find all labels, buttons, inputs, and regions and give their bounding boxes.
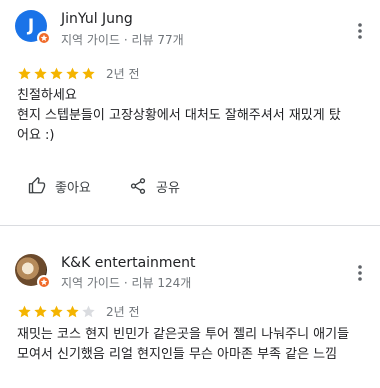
thumb-up-icon (28, 177, 46, 194)
review-text-line: 친절하세요 (17, 88, 77, 103)
review-card: J JinYul Jung 지역 가이드 · 리뷰 77개 2년 전 친절하세요… (0, 0, 380, 226)
star-icon (50, 67, 63, 80)
star-icon (18, 305, 31, 318)
star-icon (34, 305, 47, 318)
guide-badge-icon (37, 275, 51, 289)
share-button[interactable]: 공유 (129, 172, 180, 200)
reviewer-name[interactable]: K&K entertainment (61, 255, 196, 271)
more-vert-icon (358, 23, 362, 39)
share-label: 공유 (156, 180, 180, 196)
review-date: 2년 전 (106, 67, 140, 81)
review-text-line: 현지 스텝분들이 고장상황에서 대처도 잘해주셔서 재밌게 탔 (17, 108, 341, 123)
star-icon (66, 67, 79, 80)
reviewer-avatar[interactable]: J (15, 10, 51, 45)
review-actions: 좋아요 공유 (0, 172, 380, 200)
rating-row: 2년 전 (17, 65, 140, 82)
star-icon (82, 305, 95, 318)
star-rating (17, 66, 96, 81)
more-options-button[interactable] (350, 261, 370, 285)
review-card: K&K entertainment 지역 가이드 · 리뷰 124개 2년 전 … (0, 245, 380, 388)
star-icon (50, 305, 63, 318)
like-label: 좋아요 (55, 180, 91, 196)
star-icon (66, 305, 79, 318)
star-rating (17, 304, 96, 319)
review-divider (0, 225, 380, 226)
star-icon (34, 67, 47, 80)
like-button[interactable]: 좋아요 (28, 172, 91, 200)
review-text: 재밋는 코스 현지 빈민가 같은곳을 투어 젤리 나눠주니 애기들 모여서 신기… (17, 325, 372, 365)
more-options-button[interactable] (350, 19, 370, 43)
star-icon (18, 67, 31, 80)
share-icon (130, 178, 146, 194)
reviewer-avatar[interactable] (15, 254, 51, 289)
review-text-line: 모여서 신기했음 리얼 현지인들 무슨 아마존 부족 같은 느낌 (17, 347, 338, 362)
star-icon (82, 67, 95, 80)
reviewer-meta: 지역 가이드 · 리뷰 77개 (61, 33, 184, 47)
review-text-line: 어요 :) (17, 128, 55, 143)
review-text: 친절하세요 현지 스텝분들이 고장상황에서 대처도 잘해주셔서 재밌게 탔 어요… (17, 86, 372, 146)
review-date: 2년 전 (106, 305, 140, 319)
more-vert-icon (358, 265, 362, 281)
reviewer-name[interactable]: JinYul Jung (61, 11, 133, 27)
review-text-line: 재밋는 코스 현지 빈민가 같은곳을 투어 젤리 나눠주니 애기들 (17, 327, 350, 342)
guide-badge-icon (37, 31, 51, 45)
reviewer-meta: 지역 가이드 · 리뷰 124개 (61, 276, 192, 290)
rating-row: 2년 전 (17, 303, 140, 320)
